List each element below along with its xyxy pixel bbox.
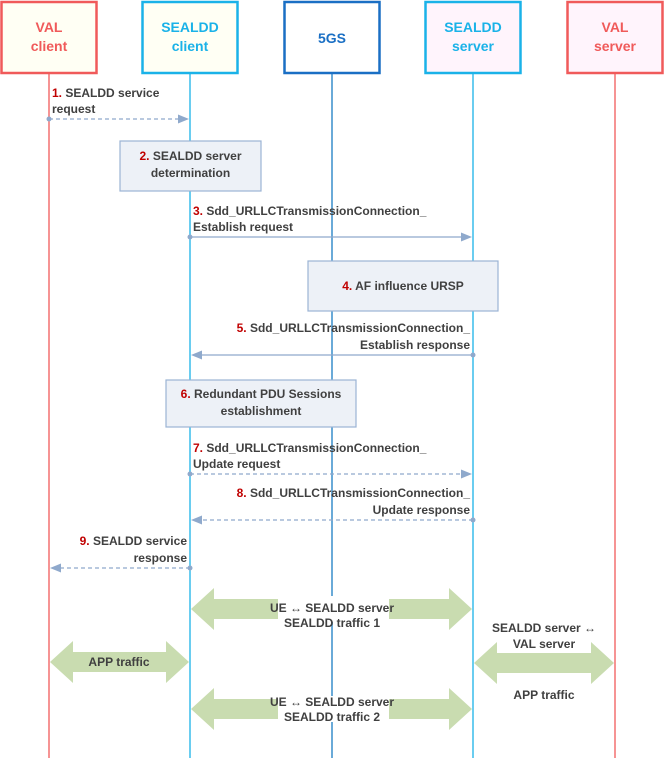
sealdd-traffic-2-label-line2: SEALDD traffic 2: [284, 710, 380, 724]
app-traffic-server: SEALDD server ↔ VAL server APP traffic: [474, 621, 614, 702]
step-5-message: 5. Sdd_URLLCTransmissionConnection_ Estab…: [191, 321, 476, 360]
step-number: 2.: [139, 149, 149, 163]
entity-boxes: VAL client SEALDD client 5GS SEALDD server VAL s…: [0, 0, 664, 75]
val-server-name-line2: server: [594, 38, 637, 54]
step-1-label-line2: request: [52, 102, 95, 116]
step-9-label-line1: 9. SEALDD service: [80, 534, 188, 548]
step-7-origin-dot: [187, 471, 193, 477]
step-number: 7.: [193, 441, 203, 455]
step-8-label-line1: 8. Sdd_URLLCTransmissionConnection_: [237, 486, 471, 500]
step-6-label-line2: establishment: [221, 404, 302, 418]
sealdd-traffic-2: UE ↔ SEALDD serverSEALDD traffic 2: [191, 688, 472, 730]
app-traffic-server-label-line1: SEALDD server ↔: [492, 621, 596, 635]
step-4-process: 4. AF influence URSP: [307, 260, 499, 312]
val-client-entity: VAL client: [0, 0, 98, 75]
step-1-label-line1: 1. SEALDD service: [52, 86, 160, 100]
step-8-label-line2: Update response: [373, 503, 471, 517]
step-6-label-line1: 6. Redundant PDU Sessions: [181, 387, 342, 401]
5gs-entity: 5GS: [283, 0, 381, 75]
app-traffic-client-label-line1: APP traffic: [88, 655, 149, 669]
step-1-arrowhead: [178, 114, 189, 124]
step-number: 5.: [237, 321, 247, 335]
step-3-arrowhead: [461, 232, 472, 242]
step-number: 3.: [193, 204, 203, 218]
sealdd-client-name-line1: SEALDD: [161, 19, 219, 35]
sealdd-client-name-line2: client: [172, 38, 209, 54]
step-9-label-line2: response: [134, 551, 188, 565]
step-9-arrowhead: [50, 563, 61, 573]
step-number: 6.: [181, 387, 191, 401]
sealdd-traffic-2-label-line1: UE ↔ SEALDD server: [270, 695, 394, 709]
procedure-steps: 1. SEALDD service request 2. SEALDD server…: [46, 86, 499, 573]
step-8-message: 8. Sdd_URLLCTransmissionConnection_ Updat…: [191, 486, 476, 525]
sealdd-client-entity: SEALDD client: [141, 0, 239, 75]
app-traffic-client: APP traffic: [50, 641, 189, 683]
sequence-diagram: UE ↔ SEALDD serverSEALDD traffic 1APP tr…: [0, 0, 664, 758]
step-7-arrowhead: [461, 469, 472, 479]
val-client-name-line1: VAL: [36, 19, 63, 35]
step-3-message: 3. Sdd_URLLCTransmissionConnection_ Estab…: [187, 204, 472, 242]
sealdd-server-entity: SEALDD server: [424, 0, 522, 75]
sealdd-server-name-line1: SEALDD: [444, 19, 502, 35]
5gs-name: 5GS: [318, 30, 346, 46]
app-traffic-server-label-line3: APP traffic: [513, 688, 574, 702]
step-3-origin-dot: [187, 234, 193, 240]
step-8-arrowhead: [191, 515, 202, 525]
step-3-label-line2: Establish request: [193, 220, 293, 234]
app-traffic-server-label-line2: VAL server: [513, 637, 576, 651]
step-8-origin-dot: [470, 517, 476, 523]
step-5-origin-dot: [470, 352, 476, 358]
step-7-label-line2: Update request: [193, 457, 280, 471]
val-server-entity: VAL server: [566, 0, 664, 75]
step-7-message: 7. Sdd_URLLCTransmissionConnection_ Updat…: [187, 441, 472, 479]
step-number: 9.: [80, 534, 90, 548]
step-9-origin-dot: [187, 565, 193, 571]
step-2-label-line2: determination: [151, 166, 230, 180]
step-6-process: 6. Redundant PDU Sessions establishment: [165, 379, 357, 428]
step-number: 8.: [237, 486, 247, 500]
step-4-label-line1: 4. AF influence URSP: [342, 279, 464, 293]
step-5-label-line1: 5. Sdd_URLLCTransmissionConnection_: [237, 321, 471, 335]
step-3-label-line1: 3. Sdd_URLLCTransmissionConnection_: [193, 204, 427, 218]
sealdd-server-name-line2: server: [452, 38, 495, 54]
step-5-arrowhead: [191, 350, 202, 360]
step-1-origin-dot: [46, 116, 52, 122]
step-5-label-line2: Establish response: [360, 338, 470, 352]
step-1-message: 1. SEALDD service request: [46, 86, 189, 124]
sealdd-traffic-1-label-line2: SEALDD traffic 1: [284, 616, 380, 630]
sealdd-traffic-1-label-line1: UE ↔ SEALDD server: [270, 601, 394, 615]
step-number: 1.: [52, 86, 62, 100]
step-2-process: 2. SEALDD server determination: [119, 140, 262, 192]
step-7-label-line1: 7. Sdd_URLLCTransmissionConnection_: [193, 441, 427, 455]
step-2-label-line1: 2. SEALDD server: [139, 149, 241, 163]
step-number: 4.: [342, 279, 352, 293]
step-9-message: 9. SEALDD service response: [50, 534, 193, 573]
val-client-name-line2: client: [31, 38, 68, 54]
val-server-name-line1: VAL: [602, 19, 629, 35]
